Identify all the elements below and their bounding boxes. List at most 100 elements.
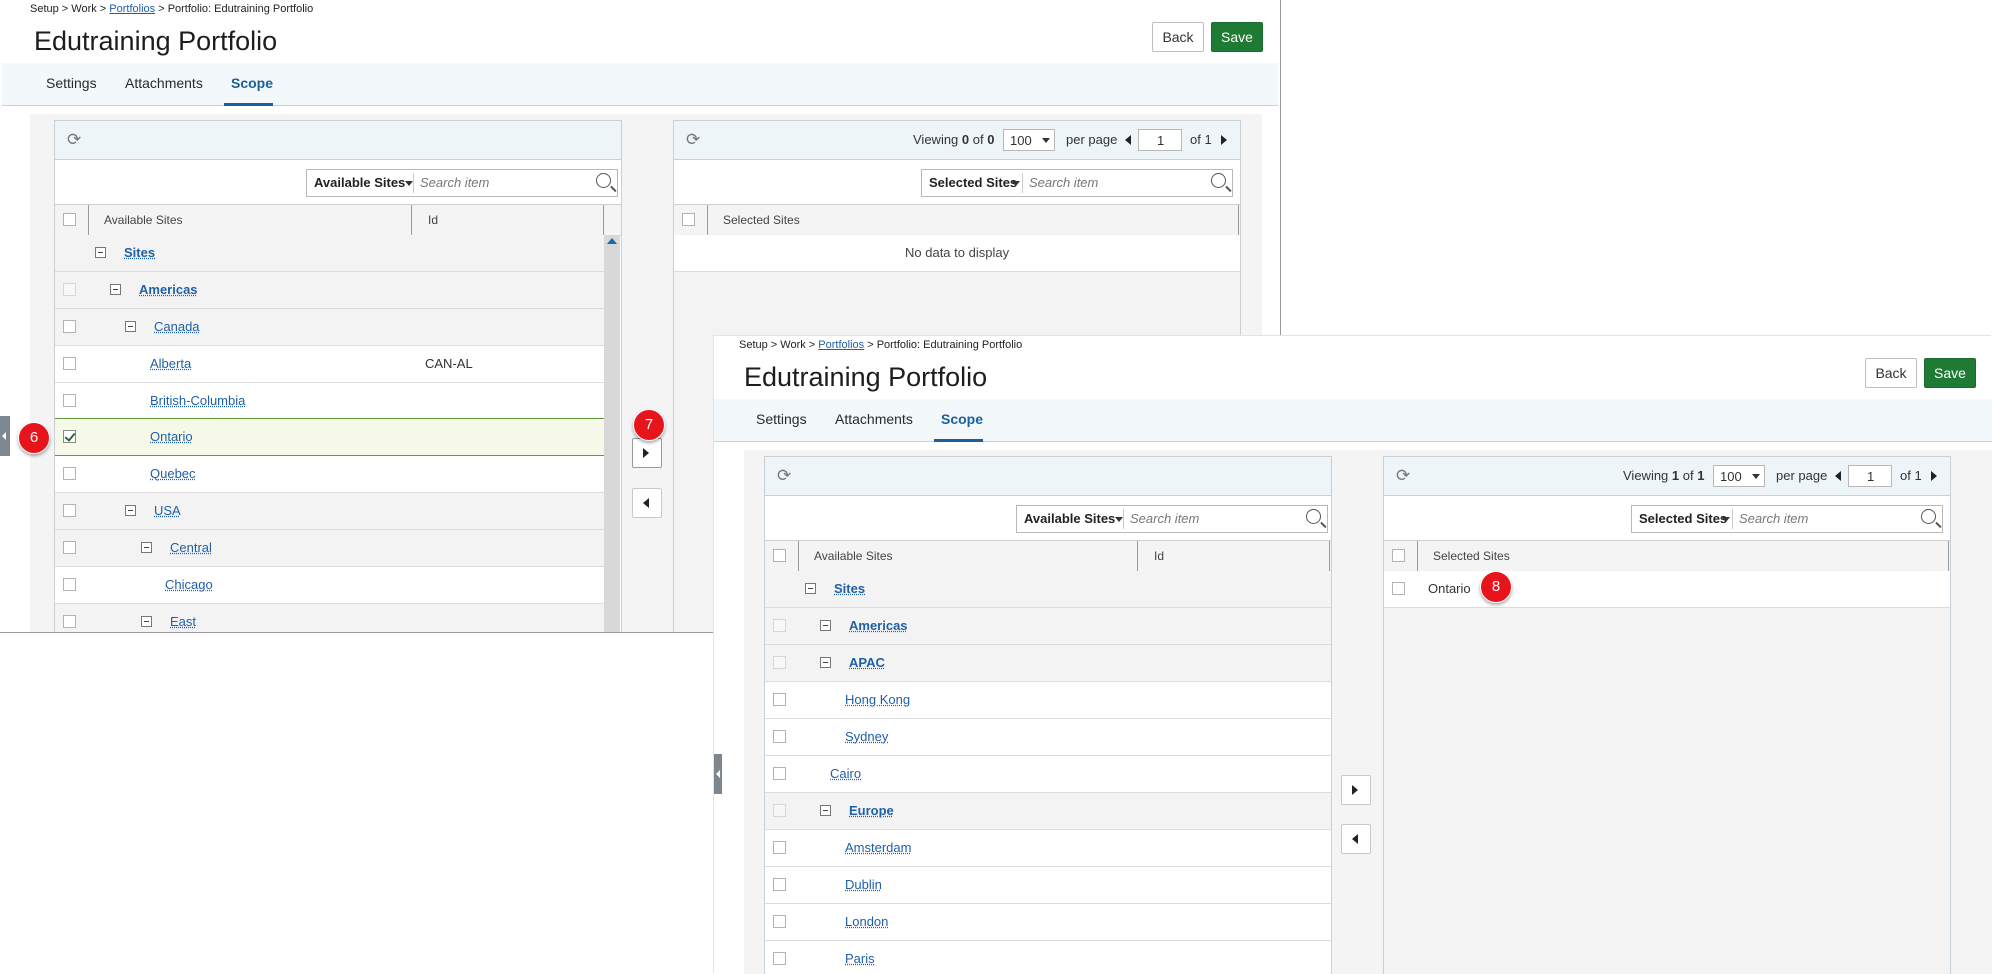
column-selected-sites[interactable]: Selected Sites: [1433, 549, 1510, 563]
column-id[interactable]: Id: [1154, 549, 1164, 563]
tree-row[interactable]: Sites: [55, 235, 604, 272]
selected-search-input[interactable]: Search item: [1739, 511, 1808, 526]
tree-row[interactable]: East: [55, 604, 604, 632]
row-checkbox[interactable]: [63, 615, 76, 628]
search-icon[interactable]: [1211, 173, 1226, 188]
tree-node-label[interactable]: Canada: [154, 319, 200, 334]
column-available-sites[interactable]: Available Sites: [814, 549, 893, 563]
remove-from-selected-button[interactable]: [1341, 824, 1371, 854]
available-search-input[interactable]: Search item: [1130, 511, 1199, 526]
row-checkbox[interactable]: [773, 915, 786, 928]
tree-node-label[interactable]: Sites: [834, 581, 865, 596]
collapse-icon[interactable]: [820, 805, 831, 816]
tree-node-label[interactable]: APAC: [849, 655, 885, 670]
save-button[interactable]: Save: [1924, 358, 1976, 388]
collapse-icon[interactable]: [125, 321, 136, 332]
tab-scope[interactable]: Scope: [231, 75, 273, 91]
tab-settings[interactable]: Settings: [46, 75, 97, 91]
collapse-icon[interactable]: [125, 505, 136, 516]
collapse-icon[interactable]: [805, 583, 816, 594]
tree-node-label[interactable]: Central: [170, 540, 212, 555]
row-checkbox[interactable]: [773, 693, 786, 706]
row-checkbox[interactable]: [63, 541, 76, 554]
row-checkbox[interactable]: [63, 357, 76, 370]
collapse-icon[interactable]: [141, 616, 152, 627]
collapse-icon[interactable]: [95, 247, 106, 258]
per-page-select[interactable]: 100: [1713, 465, 1765, 487]
search-icon[interactable]: [1306, 509, 1321, 524]
tree-row[interactable]: APAC: [765, 645, 1331, 682]
page-number-input[interactable]: 1: [1848, 465, 1892, 487]
available-sites-dropdown[interactable]: Available Sites: [314, 175, 405, 190]
refresh-icon[interactable]: ⟳: [67, 131, 85, 149]
tree-node-label[interactable]: Americas: [139, 282, 198, 297]
available-search-input[interactable]: Search item: [420, 175, 489, 190]
chevron-down-icon[interactable]: [405, 181, 413, 186]
tree-row[interactable]: Canada: [55, 309, 604, 346]
page-number-input[interactable]: 1: [1138, 129, 1182, 151]
collapse-sidebar-handle[interactable]: [0, 416, 10, 456]
tree-row-selected[interactable]: Ontario: [55, 418, 604, 456]
prev-page-icon[interactable]: [1835, 471, 1841, 481]
selected-sites-dropdown[interactable]: Selected Sites: [1639, 511, 1727, 526]
tree-node-label[interactable]: Sydney: [845, 729, 888, 744]
tree-node-label[interactable]: Europe: [849, 803, 894, 818]
column-id[interactable]: Id: [428, 213, 438, 227]
tab-scope[interactable]: Scope: [941, 411, 983, 427]
chevron-down-icon[interactable]: [1115, 517, 1123, 522]
row-checkbox[interactable]: [63, 467, 76, 480]
row-checkbox[interactable]: [773, 767, 786, 780]
row-checkbox[interactable]: [773, 878, 786, 891]
tree-row[interactable]: Central: [55, 530, 604, 567]
tree-row[interactable]: London: [765, 904, 1331, 941]
tree-node-label[interactable]: Hong Kong: [845, 692, 910, 707]
tree-node-label[interactable]: Chicago: [165, 577, 213, 592]
search-icon[interactable]: [596, 173, 611, 188]
per-page-select[interactable]: 100: [1003, 129, 1055, 151]
tree-row[interactable]: USA: [55, 493, 604, 530]
tree-node-label[interactable]: British-Columbia: [150, 393, 245, 408]
row-checkbox[interactable]: [773, 656, 786, 669]
row-checkbox[interactable]: [63, 578, 76, 591]
tree-row[interactable]: Cairo: [765, 756, 1331, 793]
save-button[interactable]: Save: [1211, 22, 1263, 52]
select-all-checkbox[interactable]: [1392, 549, 1405, 562]
tree-node-label[interactable]: Americas: [849, 618, 908, 633]
selected-sites-dropdown[interactable]: Selected Sites: [929, 175, 1017, 190]
tree-row[interactable]: Americas: [765, 608, 1331, 645]
row-checkbox[interactable]: [773, 619, 786, 632]
chevron-down-icon[interactable]: [1722, 517, 1730, 522]
remove-from-selected-button[interactable]: [632, 488, 662, 518]
select-all-checkbox[interactable]: [682, 213, 695, 226]
tree-row[interactable]: Quebec: [55, 456, 604, 493]
scrollbar[interactable]: [604, 235, 620, 632]
tree-row[interactable]: Chicago: [55, 567, 604, 604]
tree-row[interactable]: Paris: [765, 941, 1331, 974]
add-to-selected-button[interactable]: [632, 438, 662, 468]
tree-row[interactable]: Hong Kong: [765, 682, 1331, 719]
tree-node-label[interactable]: Quebec: [150, 466, 196, 481]
tree-node-label[interactable]: Alberta: [150, 356, 191, 371]
tree-row[interactable]: Dublin: [765, 867, 1331, 904]
tree-row[interactable]: Amsterdam: [765, 830, 1331, 867]
tree-row[interactable]: Sites: [765, 571, 1331, 608]
tree-row[interactable]: British-Columbia: [55, 383, 604, 420]
collapse-icon[interactable]: [820, 620, 831, 631]
breadcrumb-link-portfolios[interactable]: Portfolios: [818, 339, 864, 351]
tree-node-label[interactable]: London: [845, 914, 888, 929]
row-checkbox[interactable]: [773, 952, 786, 965]
tree-node-label[interactable]: Cairo: [830, 766, 861, 781]
tree-row[interactable]: Alberta CAN-AL: [55, 346, 604, 383]
tree-node-label[interactable]: East: [170, 614, 196, 629]
row-checkbox[interactable]: [773, 730, 786, 743]
tree-row[interactable]: Americas: [55, 272, 604, 309]
prev-page-icon[interactable]: [1125, 135, 1131, 145]
refresh-icon[interactable]: ⟳: [1396, 467, 1414, 485]
column-selected-sites[interactable]: Selected Sites: [723, 213, 800, 227]
tab-attachments[interactable]: Attachments: [835, 411, 913, 427]
search-icon[interactable]: [1921, 509, 1936, 524]
collapse-icon[interactable]: [110, 284, 121, 295]
tree-node-label[interactable]: Sites: [124, 245, 155, 260]
next-page-icon[interactable]: [1221, 135, 1227, 145]
scroll-up-icon[interactable]: [607, 238, 617, 244]
